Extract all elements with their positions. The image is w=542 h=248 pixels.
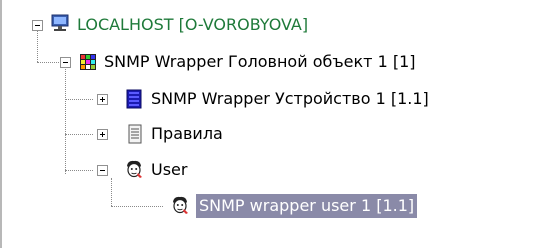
expand-toggle[interactable] bbox=[97, 129, 108, 140]
object-tree: LOCALHOST [O-VOROBYOVA] SNMP Wrapper Гол… bbox=[0, 0, 542, 248]
cube-grid-icon bbox=[80, 54, 96, 70]
collapse-toggle[interactable] bbox=[97, 165, 108, 176]
tree-node-label-selected: SNMP wrapper user 1 [1.1] bbox=[196, 194, 418, 218]
tree-node-label: LOCALHOST [O-VOROBYOVA] bbox=[77, 15, 309, 34]
device-icon bbox=[126, 89, 142, 109]
collapse-toggle[interactable] bbox=[32, 20, 43, 31]
tree-node-snmp-wrapper-device[interactable]: SNMP Wrapper Устройство 1 [1.1] bbox=[0, 84, 542, 114]
rules-document-icon bbox=[128, 124, 142, 144]
tree-node-user[interactable]: User bbox=[0, 155, 250, 185]
tree-node-localhost[interactable]: LOCALHOST [O-VOROBYOVA] bbox=[0, 10, 380, 40]
collapse-toggle[interactable] bbox=[60, 57, 71, 68]
user-face-icon bbox=[127, 160, 142, 178]
tree-node-rules[interactable]: Правила bbox=[0, 119, 300, 149]
user-face-icon bbox=[173, 196, 188, 214]
tree-node-snmp-wrapper-user[interactable]: SNMP wrapper user 1 [1.1] bbox=[0, 191, 542, 221]
tree-node-label: SNMP Wrapper Головной объект 1 [1] bbox=[104, 52, 416, 71]
tree-node-label: Правила bbox=[151, 124, 223, 143]
tree-node-label: User bbox=[151, 160, 188, 179]
expand-toggle[interactable] bbox=[97, 94, 108, 105]
computer-icon bbox=[51, 14, 69, 31]
tree-node-snmp-wrapper-object[interactable]: SNMP Wrapper Головной объект 1 [1] bbox=[0, 47, 542, 77]
tree-node-label: SNMP Wrapper Устройство 1 [1.1] bbox=[151, 89, 429, 108]
